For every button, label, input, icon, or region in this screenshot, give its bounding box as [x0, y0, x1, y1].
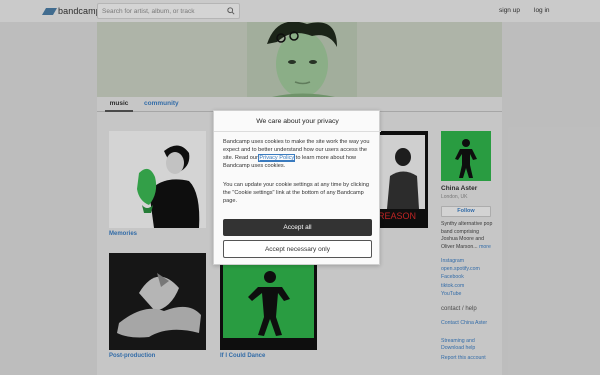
tab-music[interactable]: music: [105, 100, 133, 112]
link-youtube[interactable]: YouTube: [441, 291, 461, 297]
link-instagram[interactable]: Instagram: [441, 258, 464, 264]
album-title[interactable]: Post-production: [109, 353, 155, 359]
artist-bio: Synthy alternative pop band comprising J…: [441, 221, 497, 251]
album-cover-if-i-could-dance[interactable]: [220, 253, 317, 350]
link-tiktok[interactable]: tiktok.com: [441, 283, 464, 289]
accept-necessary-button[interactable]: Accept necessary only: [223, 240, 372, 258]
top-bar: bandcamp sign up log in: [0, 0, 600, 22]
contact-heading: contact / help: [441, 306, 477, 312]
album-title[interactable]: If I Could Dance: [220, 353, 265, 359]
search-box: [97, 3, 240, 19]
album-cover-text: REASON: [378, 211, 416, 221]
cookie-dialog-title: We care about your privacy: [214, 111, 381, 132]
cookie-paragraph-2: You can update your cookie settings at a…: [223, 182, 369, 204]
artist-banner: [97, 22, 502, 97]
signup-link[interactable]: sign up: [499, 7, 520, 14]
streaming-help-link[interactable]: Streaming and Download help: [441, 338, 493, 352]
privacy-policy-link[interactable]: Privacy Policy: [258, 153, 296, 162]
report-account-link[interactable]: Report this account: [441, 355, 493, 362]
bandcamp-logo[interactable]: bandcamp: [41, 5, 101, 17]
album-card[interactable]: If I Could Dance: [220, 253, 317, 361]
artist-location: London, UK: [441, 194, 468, 200]
album-cover-post-production[interactable]: [109, 253, 206, 350]
album-card[interactable]: Memories: [109, 131, 206, 243]
album-title[interactable]: Memories: [109, 231, 137, 237]
logo-text: bandcamp: [58, 6, 101, 16]
bandcamp-logo-icon: [41, 7, 58, 15]
album-card[interactable]: REASON: [375, 131, 428, 228]
cookie-paragraph-1: Bandcamp uses cookies to make the site w…: [223, 139, 375, 171]
accept-all-button[interactable]: Accept all: [223, 219, 372, 236]
link-spotify[interactable]: open.spotify.com: [441, 266, 480, 272]
tab-community[interactable]: community: [144, 100, 179, 107]
search-icon[interactable]: [227, 7, 235, 15]
artist-photo[interactable]: [441, 131, 491, 181]
cookie-consent-dialog: We care about your privacy Bandcamp uses…: [213, 110, 381, 265]
link-facebook[interactable]: Facebook: [441, 274, 464, 280]
search-input[interactable]: [102, 4, 226, 18]
banner-photo: [97, 22, 502, 97]
artist-name: China Aster: [441, 185, 478, 192]
album-cover-memories[interactable]: [109, 131, 206, 228]
login-link[interactable]: log in: [534, 7, 550, 14]
album-card[interactable]: Post-production: [109, 253, 206, 361]
follow-button[interactable]: Follow: [441, 206, 491, 217]
album-cover-reason[interactable]: REASON: [375, 131, 428, 228]
contact-artist-link[interactable]: Contact China Aster: [441, 320, 493, 327]
bio-more-link[interactable]: more: [479, 244, 491, 250]
